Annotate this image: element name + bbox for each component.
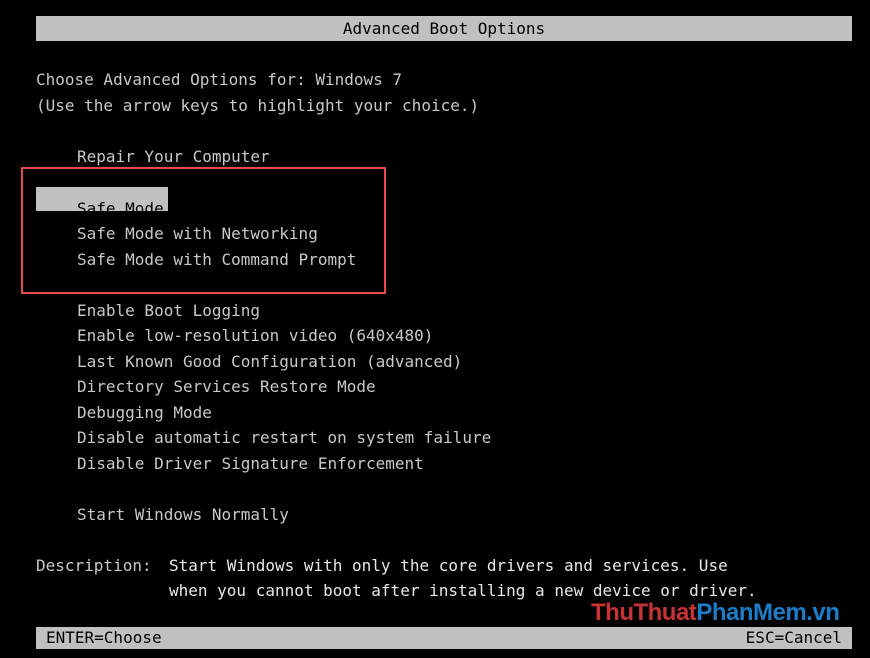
menu-item-disable-restart[interactable]: Disable automatic restart on system fail… (77, 427, 491, 449)
watermark-part-1: ThuThuat (591, 599, 697, 626)
window-title: Advanced Boot Options (36, 16, 852, 41)
footer-esc-hint: ESC=Cancel (745, 628, 842, 647)
watermark-logo: ThuThuatPhanMem.vn (591, 599, 840, 627)
boot-screen: Advanced Boot Options Choose Advanced Op… (8, 3, 864, 655)
menu-item-repair[interactable]: Repair Your Computer (77, 146, 270, 168)
watermark-part-2: PhanMem (696, 599, 807, 626)
menu-item-directory-services[interactable]: Directory Services Restore Mode (77, 376, 376, 398)
footer-bar: ENTER=Choose ESC=Cancel (36, 627, 852, 649)
header-line-2: (Use the arrow keys to highlight your ch… (36, 96, 480, 115)
menu-item-disable-driver-signature[interactable]: Disable Driver Signature Enforcement (77, 453, 424, 475)
watermark-part-3: .vn (806, 599, 840, 626)
menu-item-start-normally[interactable]: Start Windows Normally (77, 504, 289, 526)
header-line-1: Choose Advanced Options for: Windows 7 (36, 70, 403, 89)
menu-item-low-res-video[interactable]: Enable low-resolution video (640x480) (77, 325, 433, 347)
menu-item-debugging[interactable]: Debugging Mode (77, 402, 212, 424)
footer-enter-hint: ENTER=Choose (46, 628, 162, 647)
menu-item-boot-logging[interactable]: Enable Boot Logging (77, 300, 260, 322)
description-label: Description: (36, 556, 152, 575)
description-line-1: Start Windows with only the core drivers… (169, 556, 728, 575)
safe-mode-highlight-box (21, 167, 386, 294)
menu-item-last-known-good[interactable]: Last Known Good Configuration (advanced) (77, 351, 462, 373)
